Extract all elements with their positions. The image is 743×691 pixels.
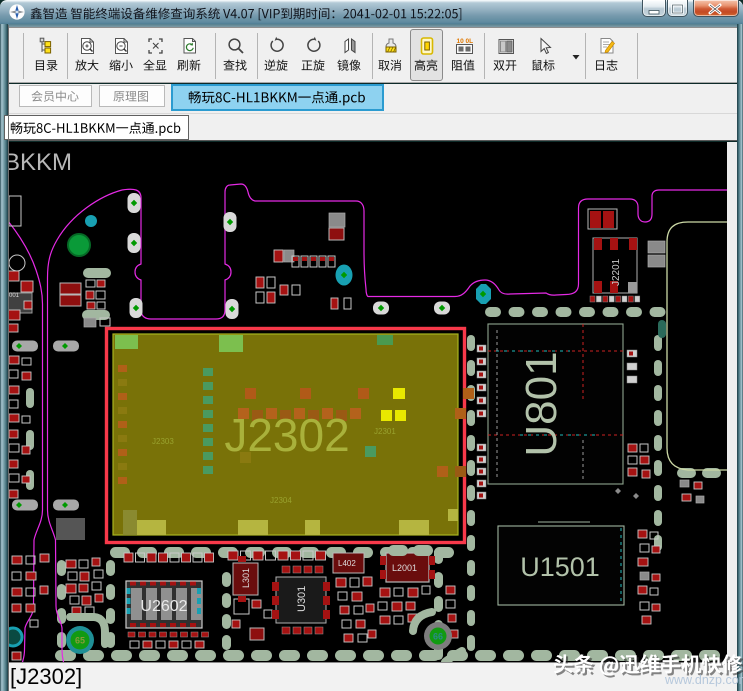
- svg-text:BKKM: BKKM: [8, 149, 72, 176]
- svg-text:U301: U301: [296, 586, 308, 612]
- svg-text:J2303: J2303: [152, 437, 174, 446]
- svg-text:J2302: J2302: [224, 409, 349, 461]
- svg-text:U801: U801: [517, 351, 566, 456]
- svg-text:L301: L301: [241, 568, 251, 588]
- svg-text:L402: L402: [338, 559, 356, 568]
- svg-text:10 0L: 10 0L: [457, 38, 474, 45]
- svg-text:U2602: U2602: [140, 598, 187, 615]
- svg-text:L2001: L2001: [392, 563, 417, 573]
- svg-text:J2304: J2304: [270, 496, 292, 505]
- svg-text:U1501: U1501: [520, 552, 600, 582]
- svg-text:66: 66: [433, 632, 443, 642]
- svg-text:001: 001: [9, 293, 20, 299]
- svg-text:J2201: J2201: [611, 258, 622, 286]
- svg-text:J2301: J2301: [374, 427, 396, 436]
- svg-text:65: 65: [75, 636, 85, 646]
